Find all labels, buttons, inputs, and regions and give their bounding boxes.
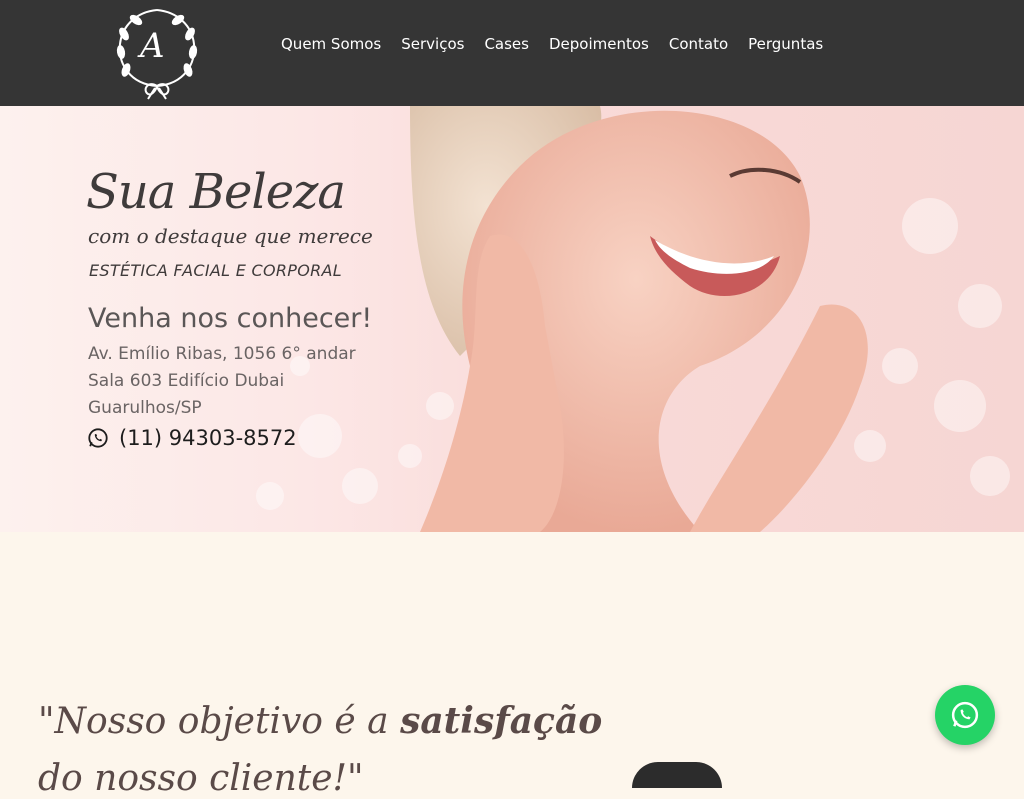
whatsapp-floating-button[interactable] xyxy=(935,685,995,745)
hero-title: Sua Beleza xyxy=(86,164,346,220)
hero-subtitle: com o destaque que merece xyxy=(88,224,373,248)
logo[interactable]: A xyxy=(112,4,202,100)
site-header: A Quem Somos Serviços Cases Depoimentos … xyxy=(0,0,1024,106)
phone-number: (11) 94303-8572 xyxy=(119,426,297,450)
quote-prefix: "Nosso objetivo é a xyxy=(38,701,401,742)
mission-quote-line-2: do nosso cliente!" xyxy=(38,758,364,799)
nav-quem-somos[interactable]: Quem Somos xyxy=(271,32,391,56)
mission-quote: "Nosso objetivo é a satisfação xyxy=(38,700,602,742)
hero-banner: Sua Beleza com o destaque que merece EST… xyxy=(0,106,1024,532)
nav-perguntas[interactable]: Perguntas xyxy=(738,32,833,56)
hero-tagline: ESTÉTICA FACIAL E CORPORAL xyxy=(89,261,342,280)
logo-letter: A xyxy=(140,26,165,66)
nav-depoimentos[interactable]: Depoimentos xyxy=(539,32,659,56)
whatsapp-icon xyxy=(951,701,979,729)
phone-link[interactable]: (11) 94303-8572 xyxy=(87,426,297,450)
nav-cases[interactable]: Cases xyxy=(474,32,539,56)
quote-emphasis: satisfação xyxy=(400,700,603,742)
address-line-3: Guarulhos/SP xyxy=(88,398,202,418)
address-line-2: Sala 603 Edifício Dubai xyxy=(88,371,285,391)
section-image-top xyxy=(632,762,722,788)
nav-servicos[interactable]: Serviços xyxy=(391,32,474,56)
nav-contato[interactable]: Contato xyxy=(659,32,738,56)
whatsapp-icon xyxy=(88,428,108,448)
hero-cta-heading: Venha nos conhecer! xyxy=(88,303,373,334)
address-line-1: Av. Emílio Ribas, 1056 6° andar xyxy=(88,344,356,364)
main-nav: Quem Somos Serviços Cases Depoimentos Co… xyxy=(271,32,833,56)
